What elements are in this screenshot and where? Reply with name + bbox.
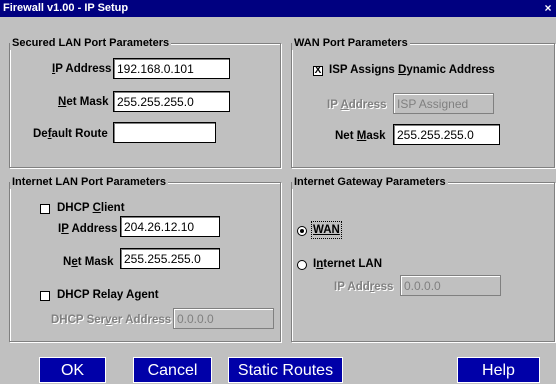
- gateway-ip-field[interactable]: [400, 275, 501, 296]
- gateway-wan-label: WAN: [311, 221, 342, 239]
- ok-button[interactable]: OK: [39, 357, 106, 383]
- static-routes-button[interactable]: Static Routes: [228, 357, 343, 383]
- wan-group-title: WAN Port Parameters: [292, 36, 410, 50]
- internet-mask-label: Net Mask: [63, 256, 114, 268]
- internet-ip-field[interactable]: [120, 216, 220, 237]
- wan-mask-label: Net Mask: [335, 130, 386, 142]
- title-bar: Firewall v1.00 - IP Setup ×: [0, 0, 556, 17]
- internet-lan-group-title: Internet LAN Port Parameters: [10, 175, 169, 189]
- isp-dynamic-checkbox[interactable]: X: [313, 66, 323, 76]
- gateway-group-title: Internet Gateway Parameters: [292, 175, 448, 189]
- internet-mask-field[interactable]: [120, 248, 220, 269]
- cancel-button[interactable]: Cancel: [133, 357, 212, 383]
- secured-ip-label: IP Address: [52, 63, 112, 75]
- dhcp-server-label: DHCP Server Address: [51, 314, 172, 326]
- dhcp-server-field[interactable]: [173, 308, 274, 329]
- dhcp-client-label: DHCP Client: [57, 202, 125, 214]
- wan-ip-field[interactable]: [393, 93, 494, 114]
- dhcp-relay-label: DHCP Relay Agent: [57, 289, 159, 301]
- help-button[interactable]: Help: [457, 357, 540, 383]
- wan-mask-field[interactable]: [393, 124, 500, 145]
- secured-lan-group-title: Secured LAN Port Parameters: [10, 36, 172, 50]
- default-route-label: Default Route: [33, 128, 108, 140]
- gateway-wan-radio[interactable]: [297, 226, 307, 236]
- window-title: Firewall v1.00 - IP Setup: [3, 2, 129, 14]
- gateway-ip-label: IP Address: [334, 281, 394, 293]
- isp-dynamic-label: ISP Assigns Dynamic Address: [329, 64, 495, 76]
- default-route-field[interactable]: [113, 122, 216, 143]
- secured-mask-field[interactable]: [113, 91, 230, 112]
- gateway-internet-lan-label: Internet LAN: [313, 258, 383, 270]
- wan-ip-label: IP Address: [327, 99, 387, 111]
- close-icon[interactable]: ×: [542, 0, 554, 17]
- dhcp-relay-checkbox[interactable]: [40, 291, 50, 301]
- gateway-internet-lan-radio[interactable]: [297, 260, 307, 270]
- secured-ip-field[interactable]: [113, 58, 230, 79]
- internet-ip-label: IP Address: [58, 223, 118, 235]
- secured-mask-label: Net Mask: [58, 96, 109, 108]
- dhcp-client-checkbox[interactable]: [40, 204, 50, 214]
